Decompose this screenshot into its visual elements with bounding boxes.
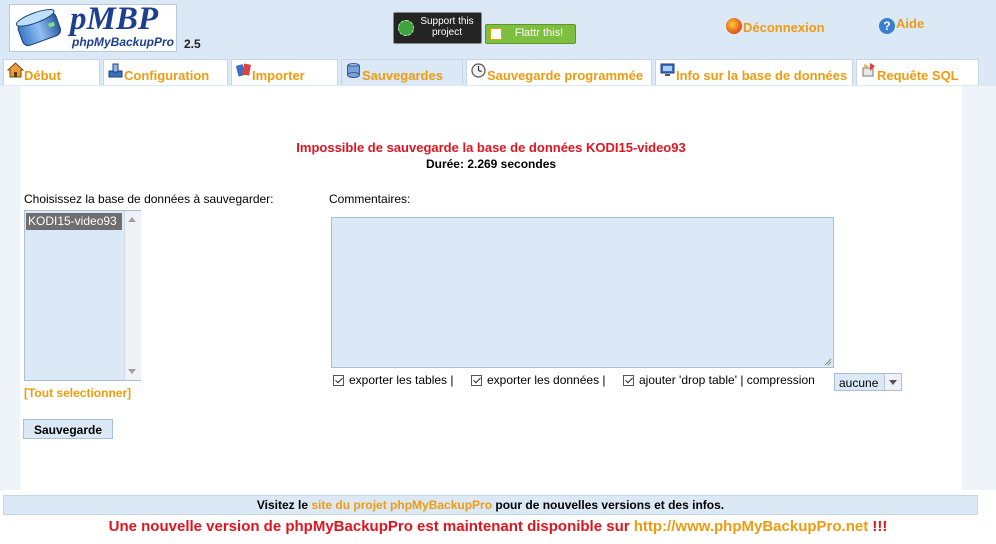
app-logo: pMBP phpMyBackupPro bbox=[9, 1, 177, 52]
footer-bar: Visitez le site du projet phpMyBackupPro… bbox=[3, 495, 978, 515]
tab-info-base-donnees[interactable]: Info sur la base de données bbox=[655, 59, 853, 85]
configuration-icon bbox=[108, 63, 123, 78]
export-tables-label: exporter les tables | bbox=[349, 373, 454, 387]
tab-bar: Début Configuration Importer Sauvegardes… bbox=[0, 56, 996, 86]
coin-icon bbox=[398, 20, 414, 36]
logout-link[interactable]: Déconnexion bbox=[726, 18, 825, 35]
help-label: Aide bbox=[896, 16, 925, 31]
export-data-label: exporter les données | bbox=[487, 373, 606, 387]
comments-textarea[interactable] bbox=[331, 217, 834, 368]
add-drop-table-checkbox[interactable] bbox=[623, 375, 634, 386]
home-icon bbox=[7, 62, 24, 78]
duration-label: Durée: bbox=[425, 157, 464, 171]
footer-prefix: Visitez le bbox=[256, 498, 312, 512]
right-margin bbox=[962, 86, 996, 490]
duration-line: Durée: 2.269 secondes bbox=[20, 157, 962, 171]
support-project-button[interactable]: Support this project bbox=[393, 12, 482, 44]
logo-subtext: phpMyBackupPro bbox=[72, 35, 175, 49]
listbox-scrollbar[interactable] bbox=[124, 211, 141, 380]
tab-label: Sauvegarde programmée bbox=[487, 68, 644, 83]
compression-value: aucune bbox=[839, 376, 879, 390]
compression-select[interactable]: aucune bbox=[834, 373, 902, 391]
tab-sauvegarde-programmee[interactable]: Sauvegarde programmée bbox=[466, 59, 652, 85]
scroll-up-icon[interactable] bbox=[128, 217, 136, 222]
new-version-suffix: !!! bbox=[868, 518, 888, 535]
sql-query-icon bbox=[862, 63, 875, 77]
tab-label: Info sur la base de données bbox=[676, 68, 848, 83]
support-label: Support this project bbox=[420, 16, 474, 38]
project-site-link[interactable]: site du projet phpMyBackupPro bbox=[311, 498, 492, 512]
help-link[interactable]: ? Aide bbox=[879, 16, 924, 34]
help-icon: ? bbox=[879, 18, 895, 34]
flattr-button[interactable]: Flattr this! bbox=[485, 24, 576, 44]
select-all-link[interactable]: [Tout selectionner] bbox=[24, 386, 131, 400]
save-button[interactable]: Sauvegarde bbox=[23, 419, 113, 439]
logout-label: Déconnexion bbox=[743, 20, 825, 35]
tab-label: Configuration bbox=[124, 68, 210, 83]
error-message: Impossible de sauvegarde la base de donn… bbox=[296, 140, 686, 155]
duration-value: 2.269 secondes bbox=[467, 157, 557, 171]
new-version-text: Une nouvelle version de phpMyBackupPro e… bbox=[108, 518, 634, 535]
tab-sauvegardes[interactable]: Sauvegardes bbox=[341, 59, 463, 85]
tab-debut[interactable]: Début bbox=[3, 59, 100, 85]
new-version-link[interactable]: http://www.phpMyBackupPro.net bbox=[634, 518, 868, 535]
scroll-down-icon[interactable] bbox=[128, 369, 136, 374]
tab-label: Requête SQL bbox=[877, 68, 959, 83]
add-drop-table-label: ajouter 'drop table' | compression bbox=[639, 373, 815, 387]
footer-suffix: pour de nouvelles versions et des infos. bbox=[492, 498, 725, 512]
flattr-icon bbox=[490, 28, 502, 40]
tab-label: Début bbox=[24, 68, 61, 83]
tab-label: Sauvegardes bbox=[362, 68, 443, 83]
logout-icon bbox=[726, 18, 742, 34]
comments-label: Commentaires: bbox=[329, 192, 411, 206]
version-number: 2.5 bbox=[184, 37, 201, 51]
database-select-label: Choisissez la base de données à sauvegar… bbox=[24, 192, 274, 206]
tab-requete-sql[interactable]: Requête SQL bbox=[856, 59, 979, 85]
tab-importer[interactable]: Importer bbox=[231, 59, 338, 85]
flattr-label: Flattr this! bbox=[514, 27, 564, 39]
import-icon bbox=[235, 63, 251, 77]
logo-text: pMBP bbox=[70, 1, 159, 37]
left-margin bbox=[0, 86, 20, 490]
tab-label: Importer bbox=[252, 68, 305, 83]
resize-grip-icon[interactable] bbox=[824, 358, 832, 366]
tab-configuration[interactable]: Configuration bbox=[103, 59, 228, 85]
database-info-icon bbox=[660, 63, 675, 76]
new-version-notice: Une nouvelle version de phpMyBackupPro e… bbox=[0, 518, 996, 535]
chevron-down-icon[interactable] bbox=[884, 374, 901, 390]
database-option-selected[interactable]: KODI15-video93 bbox=[26, 213, 122, 230]
clock-icon bbox=[471, 63, 486, 78]
export-tables-checkbox[interactable] bbox=[333, 375, 344, 386]
export-data-checkbox[interactable] bbox=[471, 375, 482, 386]
backup-icon bbox=[347, 63, 360, 78]
